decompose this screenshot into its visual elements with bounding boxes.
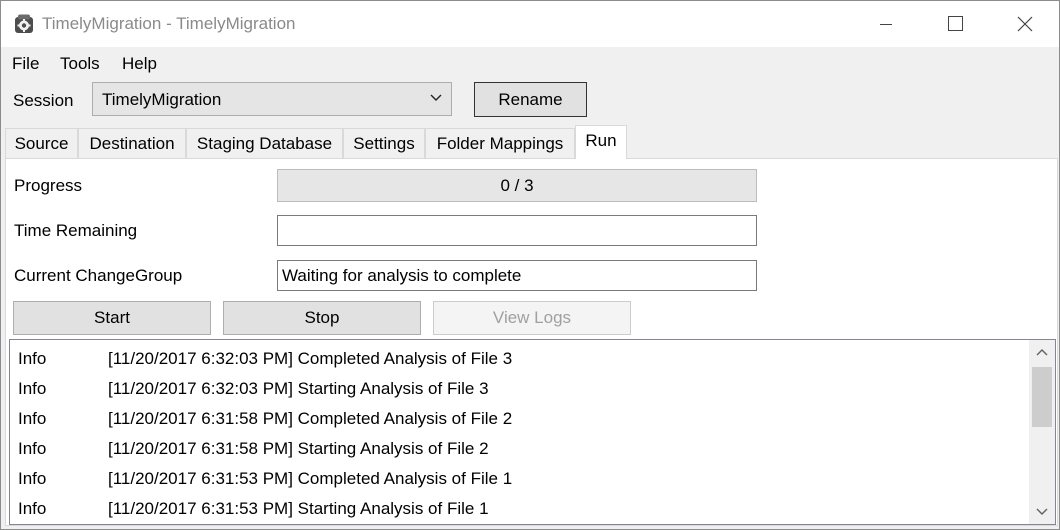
log-row[interactable]: Info [11/20/2017 6:31:53 PM] Completed A… — [10, 463, 1028, 493]
view-logs-button[interactable]: View Logs — [433, 301, 631, 335]
tab-folder-mappings[interactable]: Folder Mappings — [425, 128, 575, 159]
log-level: Info — [18, 469, 47, 488]
log-message: [11/20/2017 6:32:03 PM] Starting Analysi… — [108, 379, 489, 398]
log-message: [11/20/2017 6:31:53 PM] Completed Analys… — [108, 469, 513, 488]
chevron-down-icon — [1036, 508, 1048, 515]
log-message: [11/20/2017 6:31:53 PM] Starting Analysi… — [108, 499, 489, 518]
tab-destination[interactable]: Destination — [78, 128, 186, 159]
log-level: Info — [18, 349, 47, 368]
log-message: [11/20/2017 6:31:58 PM] Completed Analys… — [108, 409, 513, 428]
log-message: [11/20/2017 6:32:03 PM] Completed Analys… — [108, 349, 513, 368]
app-window: TimelyMigration - TimelyMigration File T… — [0, 0, 1060, 530]
progress-bar: 0 / 3 — [277, 169, 757, 202]
tab-strip: Source Destination Staging Database Sett… — [1, 125, 1059, 159]
time-remaining-label: Time Remaining — [14, 221, 138, 240]
log-row[interactable]: Info [11/20/2017 6:32:03 PM] Completed A… — [10, 343, 1028, 373]
session-dropdown[interactable]: TimelyMigration — [92, 82, 452, 116]
window-title: TimelyMigration - TimelyMigration — [42, 14, 296, 33]
tab-staging-database[interactable]: Staging Database — [186, 128, 343, 159]
app-gear-icon — [15, 14, 33, 33]
change-group-label: Current ChangeGroup — [14, 266, 183, 285]
log-list[interactable]: Info [11/20/2017 6:32:03 PM] Completed A… — [9, 339, 1056, 525]
rename-button[interactable]: Rename — [474, 82, 587, 117]
log-row[interactable]: Info [11/20/2017 6:31:58 PM] Starting An… — [10, 433, 1028, 463]
tab-settings[interactable]: Settings — [343, 128, 425, 159]
log-level: Info — [18, 379, 47, 398]
log-scrollbar[interactable] — [1029, 340, 1055, 524]
start-button[interactable]: Start — [13, 301, 211, 335]
tab-source[interactable]: Source — [5, 128, 78, 159]
log-message: [11/20/2017 6:31:58 PM] Starting Analysi… — [108, 439, 489, 458]
log-level: Info — [18, 499, 47, 518]
chevron-down-icon — [430, 94, 442, 101]
close-button[interactable] — [989, 1, 1059, 47]
maximize-icon — [948, 16, 963, 31]
progress-text: 0 / 3 — [500, 176, 534, 195]
time-remaining-field[interactable] — [277, 215, 757, 246]
log-level: Info — [18, 409, 47, 428]
tab-run[interactable]: Run — [575, 125, 627, 159]
scroll-thumb[interactable] — [1032, 367, 1052, 427]
maximize-button[interactable] — [920, 1, 990, 47]
session-label: Session — [13, 91, 74, 110]
stop-button[interactable]: Stop — [223, 301, 421, 335]
menu-bar: File Tools Help — [1, 47, 1059, 79]
log-row[interactable]: Info [11/20/2017 6:32:03 PM] Starting An… — [10, 373, 1028, 403]
minimize-icon — [880, 24, 892, 25]
session-dropdown-value: TimelyMigration — [102, 90, 222, 109]
log-row[interactable]: Info [11/20/2017 6:31:53 PM] Starting An… — [10, 493, 1028, 523]
progress-label: Progress — [14, 176, 83, 195]
chevron-up-icon — [1036, 349, 1048, 356]
log-row[interactable]: Info [11/20/2017 6:31:58 PM] Completed A… — [10, 403, 1028, 433]
scroll-up-button[interactable] — [1029, 340, 1055, 366]
change-group-field[interactable]: Waiting for analysis to complete — [277, 260, 757, 291]
menu-help[interactable]: Help — [122, 54, 157, 74]
menu-file[interactable]: File — [12, 54, 39, 74]
close-icon — [1017, 16, 1033, 32]
menu-tools[interactable]: Tools — [60, 54, 100, 74]
title-bar[interactable]: TimelyMigration - TimelyMigration — [1, 1, 1059, 47]
minimize-button[interactable] — [851, 1, 921, 47]
log-level: Info — [18, 439, 47, 458]
scroll-down-button[interactable] — [1029, 498, 1055, 524]
